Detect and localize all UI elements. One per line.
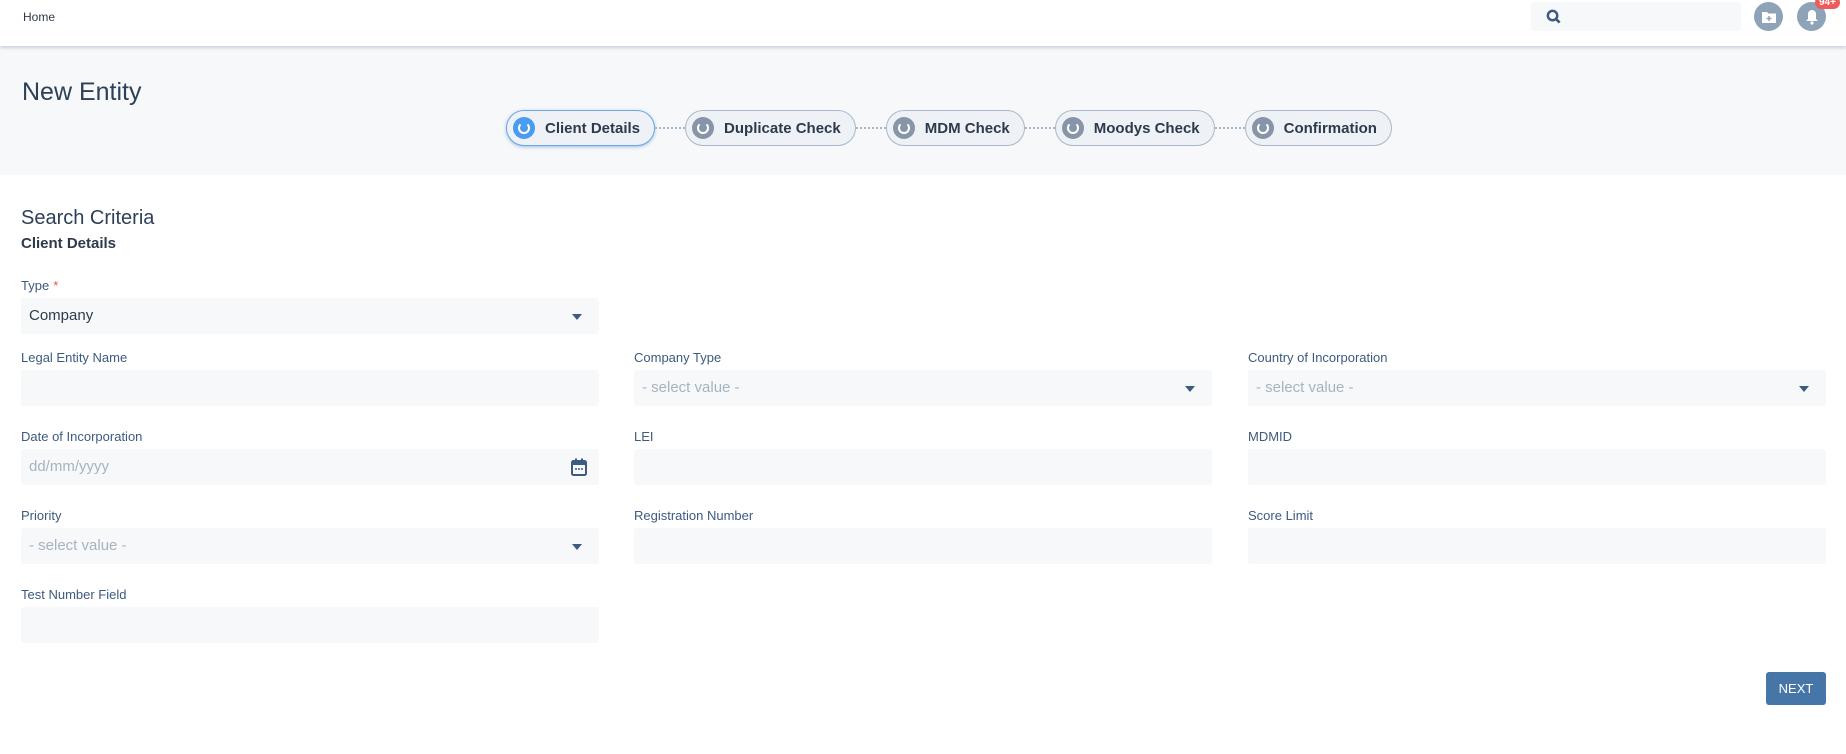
mdmid-label: MDMID xyxy=(1248,429,1293,444)
step-connector xyxy=(655,127,686,129)
placeholder: - select value - xyxy=(1256,379,1354,396)
step-icon xyxy=(1251,117,1274,139)
step-duplicate-check[interactable]: Duplicate Check xyxy=(685,110,856,146)
date-input[interactable]: dd/mm/yyyy xyxy=(21,449,599,485)
mdmid-input[interactable] xyxy=(1248,449,1826,485)
type-label: Type * xyxy=(21,278,59,293)
caret-down-icon xyxy=(572,314,582,320)
step-client-details[interactable]: Client Details xyxy=(506,110,656,146)
test-number-label: Test Number Field xyxy=(21,587,127,602)
step-icon xyxy=(513,117,535,139)
step-label: Client Details xyxy=(545,119,641,137)
type-select[interactable]: Company xyxy=(21,298,599,334)
notification-badge: 94+ xyxy=(1815,0,1840,9)
calendar-icon[interactable] xyxy=(571,458,587,476)
date-field: Date of Incorporation dd/mm/yyyy xyxy=(21,429,599,485)
registration-label: Registration Number xyxy=(634,508,754,523)
type-value: Company xyxy=(29,307,94,324)
folder-plus-icon xyxy=(1761,11,1776,23)
test-number-field: Test Number Field xyxy=(21,587,599,643)
test-number-input[interactable] xyxy=(21,607,599,643)
step-moodys-check[interactable]: Moodys Check xyxy=(1054,110,1215,146)
placeholder: - select value - xyxy=(29,537,127,554)
lei-label: LEI xyxy=(634,429,654,444)
legal-entity-name-input[interactable] xyxy=(21,370,599,406)
caret-down-icon xyxy=(572,544,582,550)
step-icon xyxy=(692,117,715,139)
lei-field: LEI xyxy=(634,429,1212,485)
step-icon xyxy=(1061,117,1084,139)
date-label: Date of Incorporation xyxy=(21,429,143,444)
placeholder: - select value - xyxy=(642,379,740,396)
step-label: Moodys Check xyxy=(1093,119,1200,137)
step-icon xyxy=(892,117,915,139)
breadcrumb-home[interactable]: Home xyxy=(23,10,55,24)
priority-select[interactable]: - select value - xyxy=(21,528,599,564)
score-limit-field: Score Limit xyxy=(1248,508,1826,564)
stepper: Client Details Duplicate Check MDM Check… xyxy=(506,110,1392,146)
company-type-field: Company Type - select value - xyxy=(634,350,1212,406)
legal-entity-name-field: Legal Entity Name xyxy=(21,350,599,406)
placeholder: dd/mm/yyyy xyxy=(29,458,110,475)
legal-entity-name-label: Legal Entity Name xyxy=(21,350,128,365)
step-connector xyxy=(1214,127,1245,129)
registration-input[interactable] xyxy=(634,528,1212,564)
country-field: Country of Incorporation - select value … xyxy=(1248,350,1826,406)
lei-input[interactable] xyxy=(634,449,1212,485)
country-label: Country of Incorporation xyxy=(1248,350,1388,365)
next-button[interactable]: NEXT xyxy=(1766,672,1826,705)
priority-field: Priority - select value - xyxy=(21,508,599,564)
type-field: Type * Company xyxy=(21,278,599,334)
new-folder-button[interactable] xyxy=(1754,2,1783,31)
step-label: Duplicate Check xyxy=(724,119,841,137)
search-icon xyxy=(1546,9,1561,24)
caret-down-icon xyxy=(1185,386,1195,392)
search-input[interactable] xyxy=(1531,2,1741,31)
top-bar: Home 94+ xyxy=(0,0,1846,46)
page-title: New Entity xyxy=(22,78,142,106)
company-type-select[interactable]: - select value - xyxy=(634,370,1212,406)
registration-field: Registration Number xyxy=(634,508,1212,564)
step-label: MDM Check xyxy=(924,119,1010,137)
bell-icon xyxy=(1805,9,1818,25)
step-label: Confirmation xyxy=(1283,119,1377,137)
priority-label: Priority xyxy=(21,508,62,523)
company-type-label: Company Type xyxy=(634,350,722,365)
country-select[interactable]: - select value - xyxy=(1248,370,1826,406)
mdmid-field: MDMID xyxy=(1248,429,1826,485)
step-confirmation[interactable]: Confirmation xyxy=(1244,110,1392,146)
section-title: Search Criteria xyxy=(21,207,155,229)
score-limit-label: Score Limit xyxy=(1248,508,1314,523)
step-connector xyxy=(855,127,886,129)
required-marker: * xyxy=(53,278,59,293)
caret-down-icon xyxy=(1799,386,1809,392)
step-mdm-check[interactable]: MDM Check xyxy=(885,110,1025,146)
section-subtitle: Client Details xyxy=(21,235,117,252)
step-connector xyxy=(1024,127,1055,129)
score-limit-input[interactable] xyxy=(1248,528,1826,564)
